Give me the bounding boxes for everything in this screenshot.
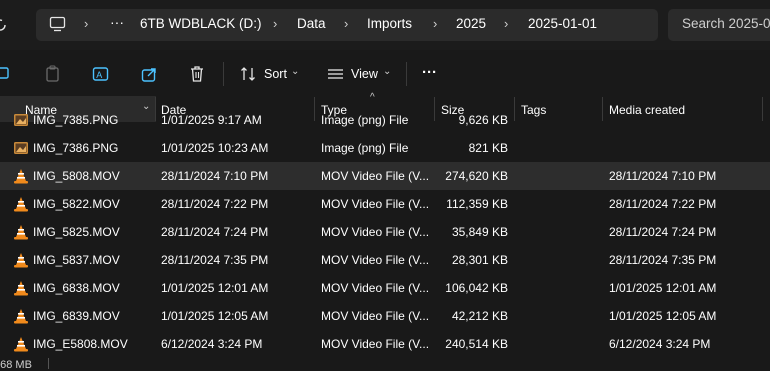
- file-type: MOV Video File (V...: [321, 225, 429, 239]
- sort-ascending-icon: ^: [370, 92, 375, 103]
- file-name: IMG_6838.MOV: [33, 281, 120, 295]
- file-row[interactable]: IMG_5837.MOV 28/11/2024 7:35 PM MOV Video …: [0, 246, 770, 274]
- file-size: 42,212 KB: [451, 309, 508, 323]
- delete-icon[interactable]: [189, 65, 205, 83]
- breadcrumb-data[interactable]: Data: [297, 16, 326, 31]
- file-size: 9,626 KB: [458, 113, 508, 127]
- vlc-cone-icon: [14, 225, 28, 240]
- file-media-created: 1/01/2025 12:05 AM: [609, 309, 717, 323]
- file-row[interactable]: IMG_5822.MOV 28/11/2024 7:22 PM MOV Video …: [0, 190, 770, 218]
- file-row[interactable]: IMG_E5808.MOV 6/12/2024 3:24 PM MOV Video …: [0, 330, 770, 358]
- file-row[interactable]: IMG_5808.MOV 28/11/2024 7:10 PM MOV Video …: [0, 162, 770, 190]
- file-type: MOV Video File (V...: [321, 253, 429, 267]
- file-size: 112,359 KB: [446, 197, 508, 211]
- file-type: Image (png) File: [321, 141, 409, 155]
- file-media-created: 28/11/2024 7:35 PM: [609, 253, 717, 267]
- file-date: 1/01/2025 10:23 AM: [161, 141, 269, 155]
- view-button[interactable]: View: [351, 67, 378, 81]
- file-name: IMG_5808.MOV: [33, 169, 120, 183]
- file-type: Image (png) File: [321, 113, 409, 127]
- vlc-cone-icon: [14, 197, 28, 212]
- this-pc-icon[interactable]: [49, 16, 67, 32]
- file-row[interactable]: IMG_6839.MOV 1/01/2025 12:05 AM MOV Video …: [0, 302, 770, 330]
- status-bar: [0, 356, 770, 369]
- file-size: 821 KB: [468, 141, 508, 155]
- png-image-icon: [14, 114, 28, 126]
- file-size: 240,514 KB: [445, 337, 508, 351]
- file-date: 1/01/2025 12:01 AM: [161, 281, 269, 295]
- file-media-created: 28/11/2024 7:10 PM: [609, 169, 717, 183]
- file-row[interactable]: IMG_7385.PNG 1/01/2025 9:17 AM Image (png)…: [0, 106, 770, 134]
- chevron-down-icon: ⌄: [383, 66, 392, 77]
- file-media-created: 28/11/2024 7:24 PM: [609, 225, 717, 239]
- sort-button[interactable]: Sort: [264, 67, 287, 81]
- file-name: IMG_5825.MOV: [33, 225, 120, 239]
- paste-icon[interactable]: [45, 65, 61, 83]
- breadcrumb-imports[interactable]: Imports: [367, 16, 412, 31]
- breadcrumb-2025[interactable]: 2025: [456, 16, 486, 31]
- chevron-right-icon: ›: [433, 16, 438, 31]
- chevron-right-icon: ›: [344, 16, 349, 31]
- see-more-button[interactable]: ···: [422, 64, 437, 81]
- file-type: MOV Video File (V...: [321, 309, 429, 323]
- refresh-icon[interactable]: [0, 17, 8, 33]
- rename-icon[interactable]: A: [92, 65, 110, 83]
- vlc-cone-icon: [14, 337, 28, 352]
- file-media-created: 1/01/2025 12:01 AM: [609, 281, 717, 295]
- file-type: MOV Video File (V...: [321, 197, 429, 211]
- vlc-cone-icon: [14, 309, 28, 324]
- file-media-created: 6/12/2024 3:24 PM: [609, 337, 711, 351]
- file-date: 28/11/2024 7:35 PM: [161, 253, 269, 267]
- vlc-cone-icon: [14, 281, 28, 296]
- file-size: 35,849 KB: [451, 225, 508, 239]
- svg-text:A: A: [96, 70, 102, 80]
- chevron-down-icon: ⌄: [291, 66, 300, 77]
- chevron-right-icon: ›: [273, 16, 278, 31]
- breadcrumb-overflow-button[interactable]: ···: [110, 14, 124, 30]
- breadcrumb-2025-01-01[interactable]: 2025-01-01: [528, 16, 597, 31]
- selection-size: 268 MB: [0, 359, 32, 371]
- file-name: IMG_7385.PNG: [33, 113, 119, 127]
- chevron-right-icon: ›: [84, 16, 89, 31]
- file-date: 28/11/2024 7:24 PM: [161, 225, 269, 239]
- file-date: 1/01/2025 9:17 AM: [161, 113, 262, 127]
- file-size: 274,620 KB: [445, 169, 508, 183]
- file-row[interactable]: IMG_5825.MOV 28/11/2024 7:24 PM MOV Video …: [0, 218, 770, 246]
- sort-icon[interactable]: [240, 66, 258, 82]
- file-date: 28/11/2024 7:10 PM: [161, 169, 269, 183]
- toolbar-separator: [223, 62, 224, 86]
- chevron-right-icon: ›: [504, 16, 509, 31]
- file-date: 28/11/2024 7:22 PM: [161, 197, 269, 211]
- share-icon[interactable]: [141, 65, 159, 83]
- view-icon[interactable]: [327, 67, 345, 81]
- file-date: 6/12/2024 3:24 PM: [161, 337, 263, 351]
- vlc-cone-icon: [14, 253, 28, 268]
- file-size: 106,042 KB: [445, 281, 508, 295]
- file-type: MOV Video File (V...: [321, 337, 429, 351]
- file-media-created: 28/11/2024 7:22 PM: [609, 197, 717, 211]
- toolbar-separator: [406, 62, 407, 86]
- breadcrumb-drive[interactable]: 6TB WDBLACK (D:): [140, 16, 262, 31]
- file-row[interactable]: IMG_6838.MOV 1/01/2025 12:01 AM MOV Video …: [0, 274, 770, 302]
- file-name: IMG_E5808.MOV: [33, 337, 128, 351]
- file-name: IMG_5822.MOV: [33, 197, 120, 211]
- file-type: MOV Video File (V...: [321, 169, 429, 183]
- copy-icon[interactable]: [0, 66, 12, 82]
- file-name: IMG_7386.PNG: [33, 141, 119, 155]
- file-row[interactable]: IMG_7386.PNG 1/01/2025 10:23 AM Image (png…: [0, 134, 770, 162]
- search-placeholder: Search 2025-0: [682, 16, 770, 31]
- vlc-cone-icon: [14, 169, 28, 184]
- file-date: 1/01/2025 12:05 AM: [161, 309, 269, 323]
- file-name: IMG_5837.MOV: [33, 253, 120, 267]
- status-separator: [48, 358, 49, 369]
- file-type: MOV Video File (V...: [321, 281, 429, 295]
- file-size: 28,301 KB: [451, 253, 508, 267]
- file-name: IMG_6839.MOV: [33, 309, 120, 323]
- png-image-icon: [14, 142, 28, 154]
